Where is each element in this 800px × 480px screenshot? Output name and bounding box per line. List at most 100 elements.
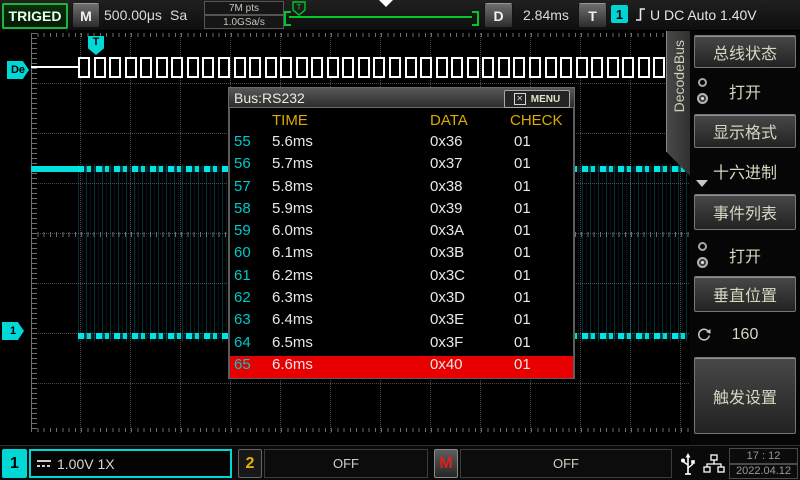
row-time: 6.6ms [272,355,313,373]
event-list-titlebar[interactable]: Bus:RS232 ✕ MENU [228,87,575,108]
row-check: 01 [514,222,531,240]
acquisition-info-box: 7M pts 1.0GSa/s [204,1,284,29]
table-row[interactable]: 61 6.2ms 0x3C 01 [230,267,573,289]
table-row[interactable]: 59 6.0ms 0x3A 01 [230,222,573,244]
memory-position-bar [289,16,472,18]
ch2-badge[interactable]: 2 [238,449,262,478]
bottom-tick-row [31,428,689,432]
row-data: 0x39 [430,199,463,217]
decode-frame [622,57,635,78]
table-row[interactable]: 56 5.7ms 0x37 01 [230,155,573,177]
bottom-status-bar: 1 1.00V 1X 2 OFF M OFF 17: 12 2022.04.1… [0,445,800,480]
decode-channel-marker[interactable]: De [7,61,29,79]
sidebar-item-display-format-button[interactable]: 显示格式 [694,114,796,148]
table-row[interactable]: 57 5.8ms 0x38 01 [230,178,573,200]
decode-bus-idle-trace [31,66,78,68]
table-row[interactable]: 63 6.4ms 0x3E 01 [230,311,573,333]
rising-edge-icon [636,8,645,21]
decode-frame [404,57,417,78]
row-data: 0x36 [430,133,463,150]
row-index: 60 [234,244,251,262]
row-data: 0x3F [430,333,464,351]
decode-frame [482,57,495,78]
column-header-check: CHECK [510,112,563,129]
sidebar-item-label: 十六进制 [712,165,777,182]
horizontal-menu-button[interactable]: M [72,3,100,28]
sample-mode-label: Sa [170,7,188,23]
row-index: 59 [234,222,251,240]
table-row[interactable]: 55 5.6ms 0x36 01 [230,133,573,155]
row-index: 55 [234,133,251,150]
menu-button[interactable]: ✕ MENU [504,90,570,108]
row-data: 0x3D [430,289,466,307]
decode-frame [606,57,619,78]
sidebar-item-trigger-setup-button[interactable]: 触发设置 [694,357,796,434]
decode-bus-tab[interactable]: DecodeBus [666,30,692,178]
sidebar-item-label: 垂直位置 [712,288,777,305]
row-check: 01 [514,155,531,173]
table-row[interactable]: 60 6.1ms 0x3B 01 [230,244,573,266]
decode-frame [109,57,122,78]
row-data: 0x38 [430,177,463,195]
row-index: 61 [234,266,251,284]
row-time: 6.1ms [272,244,313,262]
decode-frame [186,57,199,78]
sidebar-item-event-list-button[interactable]: 事件列表 [694,194,796,230]
table-row[interactable]: 62 6.3ms 0x3D 01 [230,289,573,311]
ch1-position-marker[interactable]: 1 [2,322,24,340]
trigger-position-flag[interactable]: T [88,36,104,55]
math-status-box[interactable]: OFF [460,449,672,478]
row-time: 5.7ms [272,155,313,173]
date-display: 2022.04.12 [729,463,798,479]
decode-frame [637,57,650,78]
decode-frame [202,57,215,78]
decode-frame [389,57,401,78]
decode-frame [591,57,604,78]
trigger-menu-button[interactable]: T [578,3,607,28]
ch2-status-box[interactable]: OFF [264,449,428,478]
decode-frame [513,57,526,78]
memory-depth: 7M pts [204,1,284,15]
row-check: 01 [514,333,531,351]
radio-indicator-icon [697,242,709,268]
ch1-settings-box[interactable]: 1.00V 1X [29,449,232,478]
row-time: 6.2ms [272,266,313,284]
sidebar-item-label: 160 [731,326,759,343]
sidebar-item-event-list-value[interactable]: 打开 [694,238,796,272]
table-row-selected[interactable]: 65 6.6ms 0x40 01 [230,355,573,379]
table-row[interactable]: 64 6.5ms 0x3F 01 [230,334,573,356]
row-check: 01 [514,177,531,195]
top-tick-row [31,33,689,37]
sidebar-item-vertical-position-button[interactable]: 垂直位置 [694,276,796,312]
delay-menu-button[interactable]: D [484,3,513,28]
row-check: 01 [514,244,531,262]
sidebar-item-label: 打开 [728,85,761,102]
event-list-body: TIME DATA CHECK 55 5.6ms 0x36 01 56 5.7ms 0x37… [228,108,575,379]
event-list-column-headers: TIME DATA CHECK [230,108,573,133]
row-check: 01 [514,311,531,329]
row-time: 5.8ms [272,177,313,195]
ch1-badge[interactable]: 1 [2,449,27,478]
sidebar-item-bus-status-button[interactable]: 总线状态 [694,35,796,68]
table-row[interactable]: 58 5.9ms 0x39 01 [230,200,573,222]
sidebar-item-vertical-position-value[interactable]: 160 [694,318,796,352]
row-time: 5.9ms [272,199,313,217]
view-position-indicator-icon[interactable] [379,0,393,7]
column-header-time: TIME [272,112,308,129]
decode-frame [140,57,153,78]
math-badge[interactable]: M [434,449,458,478]
time-display: 17 : 12 [729,448,798,464]
sidebar-item-bus-status-value[interactable]: 打开 [694,72,796,110]
decode-frame [528,57,541,78]
decode-frame [451,57,464,78]
trigger-status-badge: TRIGED [2,3,68,29]
trigger-source-badge: 1 [611,5,628,23]
row-data: 0x3C [430,266,466,284]
row-data: 0x3A [430,222,465,240]
row-time: 6.5ms [272,333,313,351]
row-check: 01 [514,266,531,284]
sidebar-item-display-format-value[interactable]: 十六进制 [694,152,796,190]
usb-icon [676,449,700,478]
decode-frame [575,57,588,78]
decode-frame [124,57,137,78]
